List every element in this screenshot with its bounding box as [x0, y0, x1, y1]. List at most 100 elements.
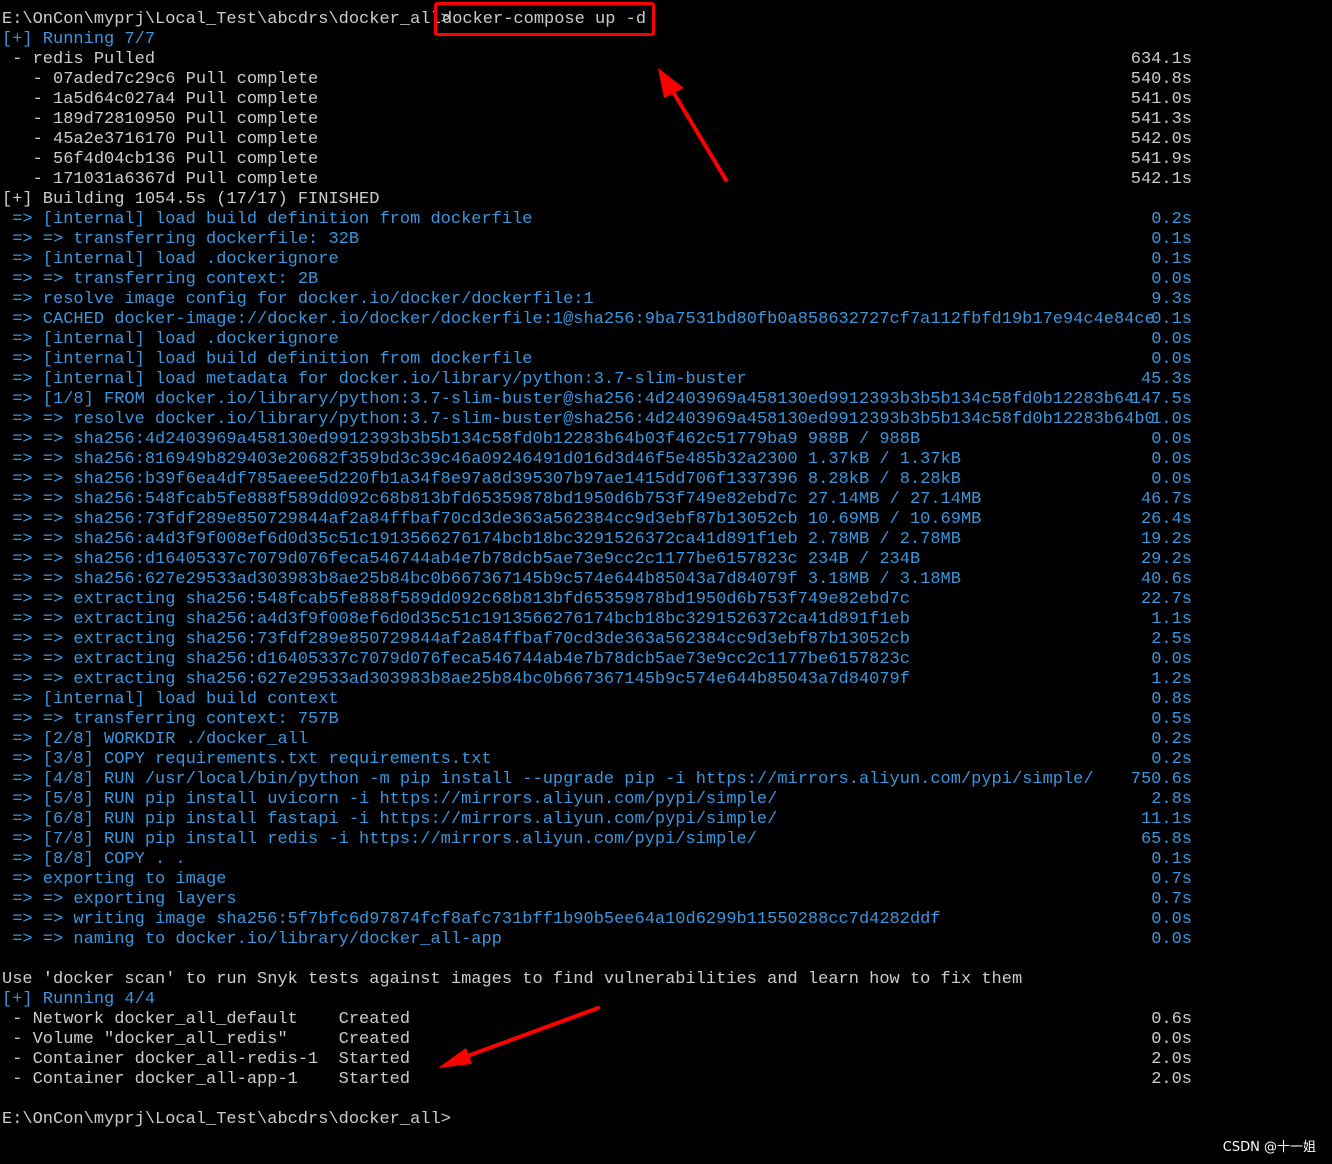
- line-text: [+] Running 7/7: [2, 30, 156, 49]
- line-text: => [3/8] COPY requirements.txt requireme…: [2, 750, 492, 769]
- line-text: => => extracting sha256:627e29533ad30398…: [2, 670, 910, 689]
- output-line: - Network docker_all_default Created 0.6s: [2, 1010, 1192, 1030]
- line-text: => => sha256:816949b829403e20682f359bd3c…: [2, 450, 961, 469]
- line-text: => [2/8] WORKDIR ./docker_all: [2, 730, 309, 749]
- output-line: - Volume "docker_all_redis" Created 0.0s: [2, 1030, 1192, 1050]
- output-line: => [internal] load .dockerignore 0.0s: [2, 330, 1192, 350]
- line-text: => => resolve docker.io/library/python:3…: [2, 410, 1155, 429]
- output-line: => => extracting sha256:a4d3f9f008ef6d0d…: [2, 610, 1192, 630]
- line-duration: 541.9s: [1130, 150, 1192, 169]
- output-line: - Container docker_all-app-1 Started 2.0s: [2, 1070, 1192, 1090]
- line-duration: 0.0s: [1151, 330, 1192, 349]
- line-duration: 540.8s: [1130, 70, 1192, 89]
- output-line: => => sha256:627e29533ad303983b8ae25b84b…: [2, 570, 1192, 590]
- output-line: => => sha256:73fdf289e850729844af2a84ffb…: [2, 510, 1192, 530]
- line-duration: 0.0s: [1151, 450, 1192, 469]
- line-text: => => transferring context: 757B: [2, 710, 339, 729]
- output-line: => exporting to image 0.7s: [2, 870, 1192, 890]
- output-line: => [4/8] RUN /usr/local/bin/python -m pi…: [2, 770, 1192, 790]
- line-text: => exporting to image: [2, 870, 227, 889]
- line-duration: 542.0s: [1130, 130, 1192, 149]
- line-duration: 2.8s: [1151, 790, 1192, 809]
- line-text: => => transferring context: 2B: [2, 270, 319, 289]
- output-line: => => sha256:548fcab5fe888f589dd092c68b8…: [2, 490, 1192, 510]
- line-text: - 1a5d64c027a4 Pull complete: [2, 90, 319, 109]
- line-text: => => sha256:d16405337c7079d076feca54674…: [2, 550, 921, 569]
- line-duration: 65.8s: [1140, 830, 1192, 849]
- output-line: => => extracting sha256:73fdf289e8507298…: [2, 630, 1192, 650]
- line-text: => [1/8] FROM docker.io/library/python:3…: [2, 390, 1135, 409]
- output-line: => [internal] load .dockerignore 0.1s: [2, 250, 1192, 270]
- line-text: - 56f4d04cb136 Pull complete: [2, 150, 319, 169]
- output-line: => [3/8] COPY requirements.txt requireme…: [2, 750, 1192, 770]
- line-duration: 45.3s: [1140, 370, 1192, 389]
- line-text: => => exporting layers: [2, 890, 237, 909]
- line-text: => => transferring dockerfile: 32B: [2, 230, 360, 249]
- output-line: - 1a5d64c027a4 Pull complete 541.0s: [2, 90, 1192, 110]
- line-duration: 0.5s: [1151, 710, 1192, 729]
- output-line: => [internal] load build context 0.8s: [2, 690, 1192, 710]
- line-text: E:\OnCon\myprj\Local_Test\abcdrs\docker_…: [2, 1110, 451, 1129]
- output-line: => => sha256:816949b829403e20682f359bd3c…: [2, 450, 1192, 470]
- line-text: - 171031a6367d Pull complete: [2, 170, 319, 189]
- line-duration: 0.0s: [1151, 650, 1192, 669]
- output-line: - 189d72810950 Pull complete 541.3s: [2, 110, 1192, 130]
- line-duration: 2.0s: [1151, 1070, 1192, 1089]
- line-duration: 0.1s: [1151, 310, 1192, 329]
- output-line: => => writing image sha256:5f7bfc6d97874…: [2, 910, 1192, 930]
- output-line: => [1/8] FROM docker.io/library/python:3…: [2, 390, 1192, 410]
- line-duration: 2.0s: [1151, 1050, 1192, 1069]
- output-line: => => extracting sha256:d16405337c7079d0…: [2, 650, 1192, 670]
- line-duration: 541.0s: [1130, 90, 1192, 109]
- output-line: => [internal] load metadata for docker.i…: [2, 370, 1192, 390]
- output-line: => [2/8] WORKDIR ./docker_all 0.2s: [2, 730, 1192, 750]
- line-text: [+] Running 4/4: [2, 990, 156, 1009]
- output-line: => => sha256:a4d3f9f008ef6d0d35c51c19135…: [2, 530, 1192, 550]
- line-duration: 19.2s: [1140, 530, 1192, 549]
- line-duration: 0.1s: [1151, 230, 1192, 249]
- output-line: => CACHED docker-image://docker.io/docke…: [2, 310, 1192, 330]
- line-duration: 0.0s: [1151, 350, 1192, 369]
- output-line: => [8/8] COPY . . 0.1s: [2, 850, 1192, 870]
- line-text: - Volume "docker_all_redis" Created: [2, 1030, 411, 1049]
- output-line: => => sha256:4d2403969a458130ed9912393b3…: [2, 430, 1192, 450]
- output-line: => => transferring context: 2B 0.0s: [2, 270, 1192, 290]
- output-line: => => exporting layers 0.7s: [2, 890, 1192, 910]
- output-line: - 171031a6367d Pull complete 542.1s: [2, 170, 1192, 190]
- line-duration: 0.0s: [1151, 430, 1192, 449]
- line-text: => => extracting sha256:a4d3f9f008ef6d0d…: [2, 610, 910, 629]
- line-duration: 0.2s: [1151, 730, 1192, 749]
- line-text: => resolve image config for docker.io/do…: [2, 290, 594, 309]
- line-duration: 542.1s: [1130, 170, 1192, 189]
- output-line: - 45a2e3716170 Pull complete 542.0s: [2, 130, 1192, 150]
- line-text: => [internal] load build context: [2, 690, 339, 709]
- output-line: => => transferring dockerfile: 32B 0.1s: [2, 230, 1192, 250]
- line-text: - 07aded7c29c6 Pull complete: [2, 70, 319, 89]
- line-text: => => sha256:b39f6ea4df785aeee5d220fb1a3…: [2, 470, 961, 489]
- line-text: => => extracting sha256:d16405337c7079d0…: [2, 650, 910, 669]
- line-duration: 40.6s: [1140, 570, 1192, 589]
- line-text: => => naming to docker.io/library/docker…: [2, 930, 502, 949]
- line-duration: 0.2s: [1151, 750, 1192, 769]
- line-duration: 0.0s: [1151, 1030, 1192, 1049]
- output-line: => [5/8] RUN pip install uvicorn -i http…: [2, 790, 1192, 810]
- watermark: CSDN @十一姐: [1222, 1140, 1316, 1155]
- output-line: => => sha256:b39f6ea4df785aeee5d220fb1a3…: [2, 470, 1192, 490]
- line-duration: 0.0s: [1151, 930, 1192, 949]
- line-text: => => extracting sha256:73fdf289e8507298…: [2, 630, 910, 649]
- line-text: Use 'docker scan' to run Snyk tests agai…: [2, 970, 1023, 989]
- line-duration: 0.1s: [1151, 850, 1192, 869]
- output-line: => => resolve docker.io/library/python:3…: [2, 410, 1192, 430]
- terminal-window[interactable]: E:\OnCon\myprj\Local_Test\abcdrs\docker_…: [0, 0, 1332, 1164]
- output-line: [+] Running 4/4: [2, 990, 1192, 1010]
- output-line: => => naming to docker.io/library/docker…: [2, 930, 1192, 950]
- output-line: => => transferring context: 757B 0.5s: [2, 710, 1192, 730]
- line-duration: 0.8s: [1151, 690, 1192, 709]
- output-line: => [internal] load build definition from…: [2, 350, 1192, 370]
- line-duration: 9.3s: [1151, 290, 1192, 309]
- command-highlight-box: [434, 2, 655, 36]
- line-text: => [6/8] RUN pip install fastapi -i http…: [2, 810, 778, 829]
- line-duration: 0.2s: [1151, 210, 1192, 229]
- line-text: => CACHED docker-image://docker.io/docke…: [2, 310, 1155, 329]
